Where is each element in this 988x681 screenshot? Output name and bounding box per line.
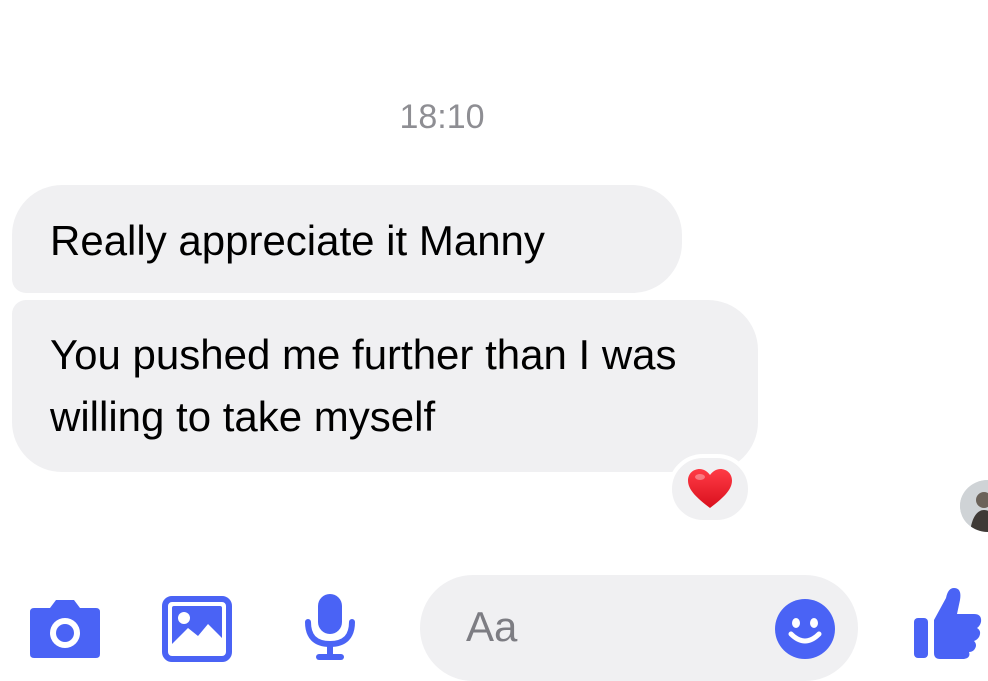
emoji-icon [775,599,835,659]
heart-icon [688,469,732,508]
voice-button[interactable] [302,592,358,662]
image-icon [162,596,232,662]
chat-screen: 18:10 Really appreciate it Manny You pus… [0,0,988,681]
avatar[interactable] [960,480,988,532]
message-bubble[interactable]: You pushed me further than I was willing… [12,300,758,472]
message-timestamp: 18:10 [399,98,485,136]
message-composer: Aa [0,570,988,681]
microphone-icon [305,594,355,660]
emoji-button[interactable] [774,598,836,665]
camera-button[interactable] [28,598,102,660]
camera-icon [30,600,100,658]
thumbs-up-icon [914,588,982,659]
gallery-button[interactable] [162,596,232,662]
reaction-badge[interactable] [668,454,752,524]
message-input-placeholder: Aa [466,603,518,650]
person-icon [960,480,988,532]
like-button[interactable] [912,584,984,662]
message-input[interactable]: Aa [420,575,858,681]
message-bubble[interactable]: Really appreciate it Manny [12,185,682,293]
